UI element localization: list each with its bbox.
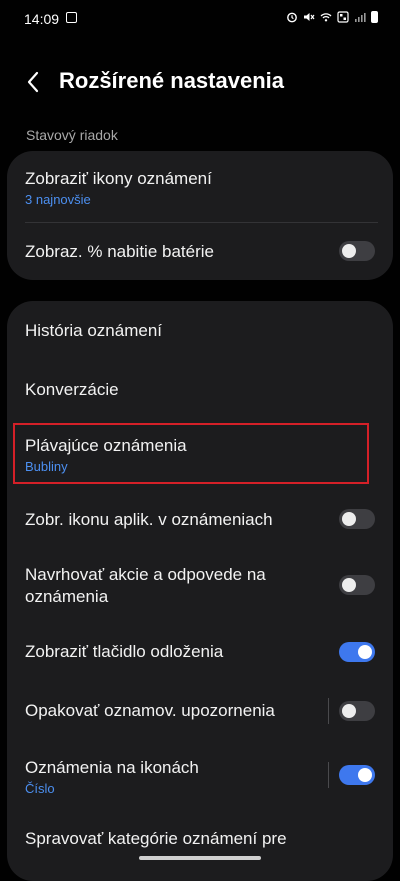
suggest-actions-label-line2: oznámenia	[25, 587, 109, 606]
app-icon-label: Zobr. ikonu aplik. v oznámeniach	[25, 510, 273, 529]
battery-percent-setting[interactable]: Zobraz. % nabitie batérie	[7, 223, 393, 280]
status-bar: 14:09	[0, 0, 400, 38]
notification-history-label: História oznámení	[25, 321, 163, 340]
notification-icons-label: Zobraziť ikony oznámení	[25, 169, 212, 188]
floating-notifications-value: Bubliny	[25, 459, 68, 474]
page-title: Rozšírené nastavenia	[59, 68, 284, 93]
suggest-actions-setting[interactable]: Navrhovať akcie a odpovede na oznámenia	[7, 547, 393, 623]
icon-badges-label: Oznámenia na ikonách	[25, 758, 199, 777]
repeat-alerts-label: Opakovať oznamov. upozornenia	[25, 701, 275, 720]
header: Rozšírené nastavenia	[0, 58, 400, 102]
manage-categories-label: Spravovať kategórie oznámení pre	[25, 829, 287, 848]
chevron-left-icon	[27, 71, 39, 93]
conversations-item[interactable]: Konverzácie	[7, 361, 393, 419]
conversations-label: Konverzácie	[25, 380, 119, 399]
snooze-button-toggle[interactable]	[339, 642, 375, 662]
status-icons	[286, 11, 378, 23]
notification-history-item[interactable]: História oznámení	[7, 301, 393, 361]
repeat-alerts-setting[interactable]: Opakovať oznamov. upozornenia	[7, 681, 393, 741]
status-time: 14:09	[24, 11, 60, 27]
icon-badges-setting[interactable]: Oznámenia na ikonách Číslo	[7, 741, 393, 819]
app-icon-toggle[interactable]	[339, 509, 375, 529]
separator	[328, 698, 329, 724]
battery-percent-label: Zobraz. % nabitie batérie	[25, 242, 214, 261]
manage-categories-item[interactable]: Spravovať kategórie oznámení pre	[7, 819, 393, 881]
suggest-actions-toggle[interactable]	[339, 575, 375, 595]
gesture-bar[interactable]	[139, 856, 261, 860]
separator	[328, 762, 329, 788]
icon-badges-toggle[interactable]	[339, 765, 375, 785]
image-icon	[66, 12, 77, 23]
battery-percent-toggle[interactable]	[339, 241, 375, 261]
repeat-alerts-toggle[interactable]	[339, 701, 375, 721]
snooze-button-setting[interactable]: Zobraziť tlačidlo odloženia	[7, 623, 393, 681]
data-icon	[337, 11, 349, 23]
notification-icons-setting[interactable]: Zobraziť ikony oznámení 3 najnovšie	[7, 151, 393, 223]
wifi-icon	[320, 13, 332, 22]
suggest-actions-label-line1: Navrhovať akcie a odpovede na	[25, 565, 266, 584]
snooze-button-label: Zobraziť tlačidlo odloženia	[25, 642, 224, 661]
status-bar-settings-card: Zobraziť ikony oznámení 3 najnovšie Zobr…	[7, 151, 393, 280]
section-label: Stavový riadok	[26, 127, 118, 143]
signal-icon	[355, 13, 366, 22]
battery-icon	[371, 11, 378, 23]
notification-icons-value: 3 najnovšie	[25, 192, 91, 207]
notification-settings-card: História oznámení Konverzácie Plávajúce …	[7, 301, 393, 881]
app-icon-in-notifications-setting[interactable]: Zobr. ikonu aplik. v oznámeniach	[7, 491, 393, 547]
floating-notifications-label: Plávajúce oznámenia	[25, 436, 187, 455]
alarm-icon	[287, 12, 297, 23]
icon-badges-value: Číslo	[25, 781, 55, 796]
back-button[interactable]	[20, 68, 48, 96]
floating-notifications-item[interactable]: Plávajúce oznámenia Bubliny	[7, 419, 393, 491]
mute-icon	[304, 13, 315, 21]
